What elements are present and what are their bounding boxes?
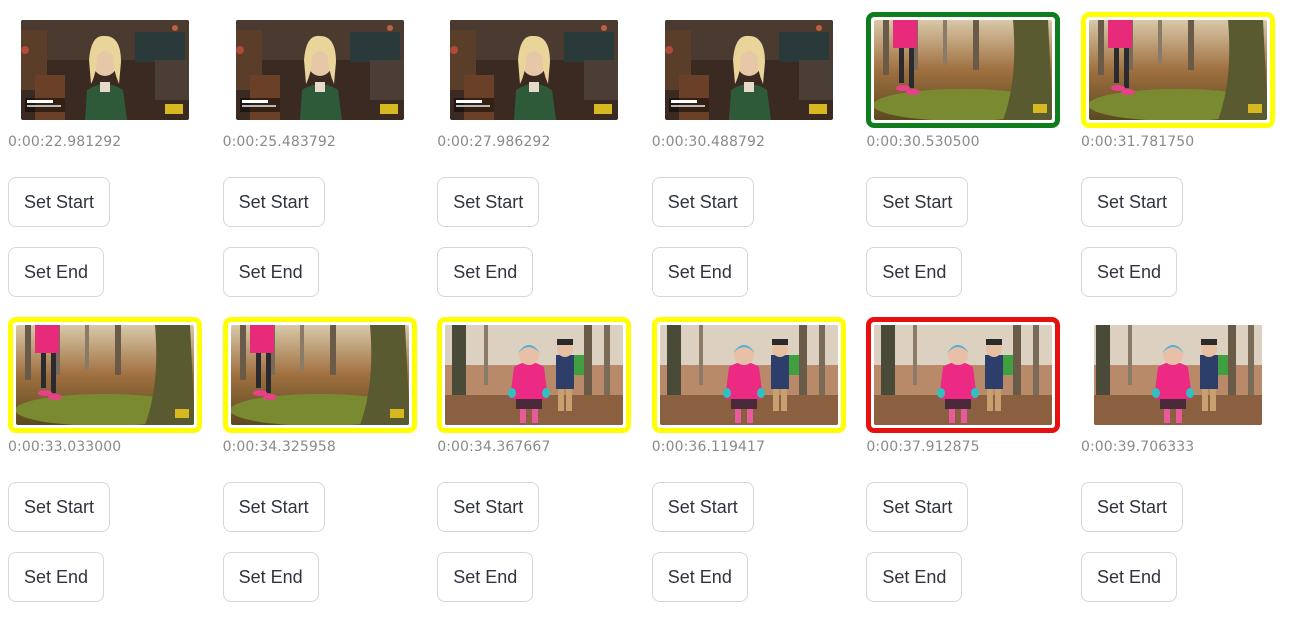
- frame-illustration: [874, 20, 1053, 120]
- frame-thumbnail[interactable]: [1080, 12, 1275, 128]
- frame-card: 0:00:27.986292 Set Start Set End: [437, 12, 631, 317]
- frame-image: [659, 325, 838, 425]
- frame-illustration: [16, 325, 194, 425]
- frame-card: 0:00:37.912875 Set Start Set End: [866, 317, 1061, 622]
- frame-image: [874, 325, 1053, 425]
- set-start-button[interactable]: Set Start: [651, 177, 754, 227]
- set-start-button[interactable]: Set Start: [222, 177, 325, 227]
- frame-timestamp: 0:00:30.530500: [866, 134, 980, 150]
- frame-thumbnail[interactable]: [1081, 317, 1275, 433]
- set-end-button[interactable]: Set End: [866, 552, 963, 602]
- frame-thumbnail[interactable]: [222, 317, 417, 433]
- frame-illustration: [21, 20, 189, 120]
- frame-card: 0:00:36.119417 Set Start Set End: [651, 317, 846, 622]
- frame-timestamp: 0:00:34.367667: [437, 439, 551, 455]
- frame-thumbnail[interactable]: [866, 317, 1061, 433]
- frame-timestamp: 0:00:37.912875: [866, 439, 980, 455]
- frame-thumbnail[interactable]: [437, 12, 631, 128]
- frame-image: [450, 20, 619, 120]
- frame-image: [230, 325, 409, 425]
- frame-card: 0:00:25.483792 Set Start Set End: [222, 12, 417, 317]
- frame-illustration: [445, 325, 624, 425]
- frame-thumbnail[interactable]: [223, 12, 417, 128]
- frame-thumbnail[interactable]: [651, 317, 846, 433]
- set-start-button[interactable]: Set Start: [1080, 177, 1183, 227]
- set-end-button[interactable]: Set End: [222, 247, 319, 297]
- frame-illustration: [659, 325, 838, 425]
- frame-image: [874, 20, 1053, 120]
- frame-image: [235, 20, 404, 120]
- frame-card: 0:00:31.781750 Set Start Set End: [1080, 12, 1275, 317]
- set-start-button[interactable]: Set Start: [222, 482, 325, 532]
- frame-image: [664, 20, 833, 120]
- frame-illustration: [235, 20, 404, 120]
- frame-grid: 0:00:22.981292 Set Start Set End 0:00:25…: [8, 12, 1275, 622]
- frame-illustration: [1088, 20, 1267, 120]
- frame-timestamp: 0:00:31.781750: [1080, 134, 1195, 150]
- frame-illustration: [664, 20, 833, 120]
- set-start-button[interactable]: Set Start: [8, 482, 111, 532]
- set-end-button[interactable]: Set End: [1080, 552, 1178, 602]
- frame-timestamp: 0:00:34.325958: [222, 439, 336, 455]
- frame-illustration: [230, 325, 409, 425]
- set-start-button[interactable]: Set Start: [866, 177, 969, 227]
- frame-image: [16, 325, 194, 425]
- frame-card: 0:00:22.981292 Set Start Set End: [8, 12, 202, 317]
- frame-image: [445, 325, 624, 425]
- set-start-button[interactable]: Set Start: [437, 482, 540, 532]
- frame-timestamp: 0:00:36.119417: [651, 439, 766, 455]
- set-start-button[interactable]: Set Start: [651, 482, 754, 532]
- frame-illustration: [1093, 325, 1262, 425]
- frame-thumbnail[interactable]: [866, 12, 1061, 128]
- set-end-button[interactable]: Set End: [651, 552, 748, 602]
- frame-thumbnail[interactable]: [652, 12, 846, 128]
- frame-thumbnail[interactable]: [437, 317, 632, 433]
- frame-card: 0:00:30.530500 Set Start Set End: [866, 12, 1061, 317]
- frame-card: 0:00:34.367667 Set Start Set End: [437, 317, 632, 622]
- frame-card: 0:00:33.033000 Set Start Set End: [8, 317, 202, 622]
- set-end-button[interactable]: Set End: [1080, 247, 1178, 297]
- frame-card: 0:00:30.488792 Set Start Set End: [651, 12, 846, 317]
- frame-timestamp: 0:00:30.488792: [651, 134, 766, 150]
- frame-illustration: [874, 325, 1053, 425]
- set-end-button[interactable]: Set End: [437, 247, 534, 297]
- set-end-button[interactable]: Set End: [8, 552, 105, 602]
- frame-image: [21, 20, 189, 120]
- frame-timestamp: 0:00:39.706333: [1080, 439, 1195, 455]
- set-end-button[interactable]: Set End: [651, 247, 748, 297]
- set-start-button[interactable]: Set Start: [1080, 482, 1183, 532]
- set-start-button[interactable]: Set Start: [866, 482, 969, 532]
- set-end-button[interactable]: Set End: [8, 247, 105, 297]
- frame-card: 0:00:39.706333 Set Start Set End: [1080, 317, 1275, 622]
- frame-illustration: [450, 20, 619, 120]
- frame-image: [1088, 20, 1267, 120]
- frame-thumbnail[interactable]: [8, 12, 202, 128]
- set-end-button[interactable]: Set End: [437, 552, 534, 602]
- frame-thumbnail[interactable]: [8, 317, 202, 433]
- frame-image: [1093, 325, 1262, 425]
- set-start-button[interactable]: Set Start: [437, 177, 540, 227]
- frame-card: 0:00:34.325958 Set Start Set End: [222, 317, 417, 622]
- frame-timestamp: 0:00:27.986292: [437, 134, 551, 150]
- set-start-button[interactable]: Set Start: [8, 177, 111, 227]
- set-end-button[interactable]: Set End: [222, 552, 319, 602]
- set-end-button[interactable]: Set End: [866, 247, 963, 297]
- frame-timestamp: 0:00:22.981292: [8, 134, 122, 150]
- frame-timestamp: 0:00:25.483792: [222, 134, 336, 150]
- frame-timestamp: 0:00:33.033000: [8, 439, 122, 455]
